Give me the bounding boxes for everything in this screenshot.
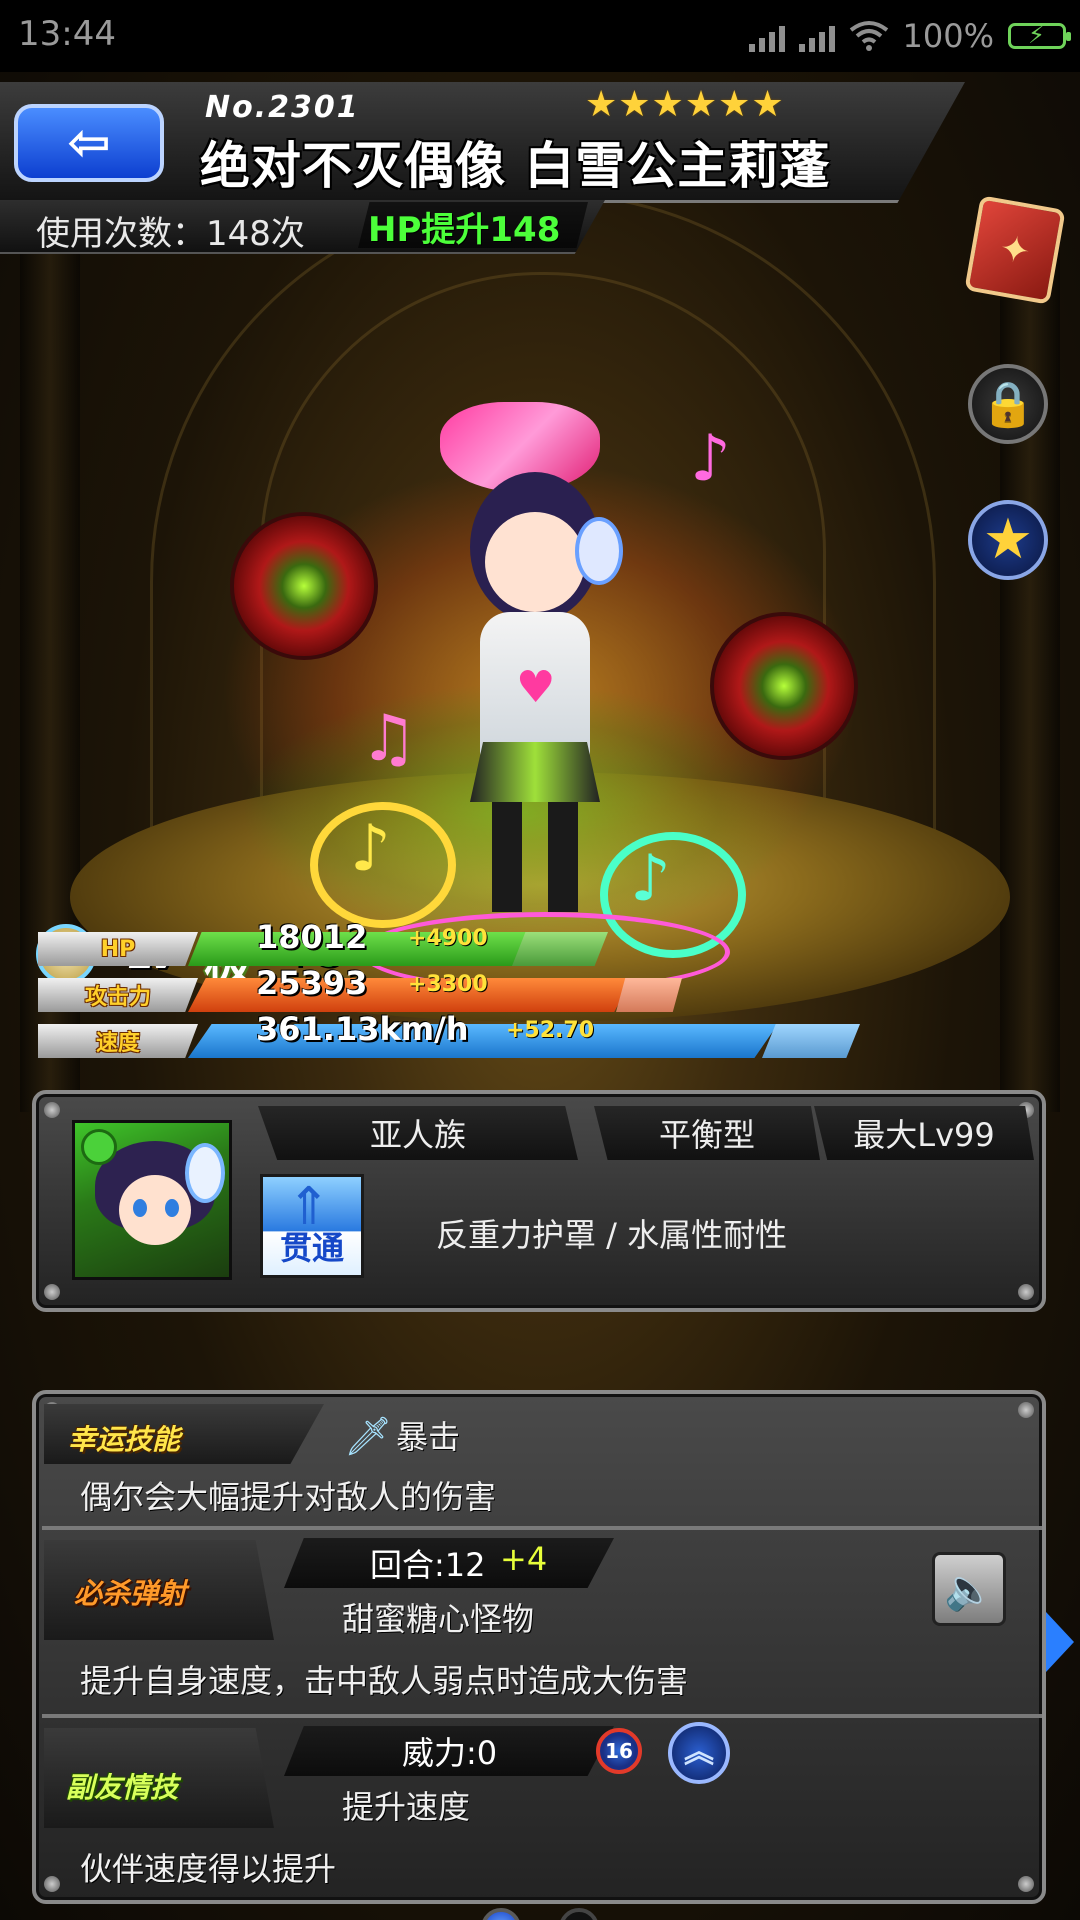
stat-attack-value: 25393	[256, 964, 368, 1002]
lock-button[interactable]: 🔒	[968, 364, 1048, 444]
friend-power: 威力:0	[402, 1734, 498, 1772]
stat-hp-bonus: +4900	[408, 926, 488, 951]
stat-hp-value: 18012	[256, 918, 368, 956]
status-time: 13:44	[18, 14, 116, 54]
strike-skill-description: 提升自身速度，击中敌人弱点时造成大伤害	[80, 1662, 689, 1700]
star-icon: ★	[982, 507, 1034, 572]
strike-turn-bonus: +4	[500, 1540, 548, 1578]
max-level-tag: 最大Lv99	[814, 1106, 1034, 1160]
back-arrow-icon: ⇦	[67, 113, 111, 173]
luck-skill-description: 偶尔会大幅提升对敌人的伤害	[80, 1478, 497, 1516]
type-tag: 平衡型	[594, 1106, 820, 1160]
signal-icon	[748, 20, 785, 52]
book-icon: ✦	[996, 227, 1034, 273]
friend-skill-label: 副友情技	[66, 1771, 179, 1804]
status-bar: 13:44 100% ⚡	[0, 0, 1080, 72]
stat-attack-bonus-bar	[616, 978, 682, 1012]
strike-turn: 回合:12	[370, 1546, 486, 1584]
monster-name: 绝对不灭偶像 白雪公主莉蓬	[200, 137, 831, 195]
game-screen: ⇦ No.2301 ★★★★★★ 绝对不灭偶像 白雪公主莉蓬 使用次数：148次…	[0, 72, 1080, 1920]
battery-percent: 100%	[902, 17, 994, 55]
voice-button[interactable]: 🔈	[932, 1552, 1006, 1626]
next-page-arrow[interactable]	[1046, 1612, 1074, 1672]
luck-skill-label: 幸运技能	[68, 1423, 181, 1456]
wifi-icon	[849, 21, 888, 51]
page-dot-2[interactable]	[559, 1908, 599, 1920]
back-button[interactable]: ⇦	[14, 104, 164, 182]
strike-type: 贯通	[279, 1229, 344, 1267]
speaker-right-icon	[710, 612, 858, 760]
lock-icon: 🔒	[980, 379, 1036, 430]
stat-speed-value: 361.13km/h	[256, 1010, 469, 1048]
stat-hp-bonus-bar	[512, 932, 608, 966]
page-indicator	[0, 1908, 1080, 1920]
book-button[interactable]: ✦	[964, 195, 1066, 305]
stat-attack: 攻击力 25393 +3300	[38, 964, 682, 1012]
favorite-button[interactable]: ★	[968, 500, 1048, 580]
stat-speed-bonus: +52.70	[506, 1018, 595, 1043]
status-icons: 100% ⚡	[748, 14, 1071, 58]
character-illustration: ♪ ♫ ♪ ♪ ♥	[180, 402, 900, 1002]
friend-skill-row: 副友情技 威力:0 16 ︽ 提升速度 伙伴速度得以提升	[44, 1720, 1034, 1900]
abilities-text: 反重力护罩 / 水属性耐性	[436, 1216, 788, 1254]
friend-skill-description: 伙伴速度得以提升	[80, 1850, 337, 1888]
element-badge-icon	[81, 1129, 117, 1165]
rarity-stars: ★★★★★★	[585, 84, 785, 125]
race-tag: 亚人族	[258, 1106, 578, 1160]
stat-hp: HP 18012 +4900	[38, 918, 608, 966]
stat-speed-label: 速度	[38, 1024, 198, 1058]
speed-up-icon: ︽	[668, 1722, 730, 1784]
hp-boost: HP提升148	[368, 210, 561, 250]
friend-level-badge: 16	[596, 1728, 642, 1774]
speaker-left-icon	[230, 512, 378, 660]
skills-panel: 幸运技能 🗡 暴击 偶尔会大幅提升对敌人的伤害 必杀弹射 回合:12 +4 甜蜜…	[32, 1390, 1046, 1904]
speaker-icon: 🔈	[944, 1566, 994, 1613]
sword-icon: 🗡	[344, 1414, 393, 1458]
usage-count: 使用次数：148次	[36, 214, 305, 254]
stat-attack-bonus: +3300	[408, 972, 488, 997]
monster-number: No.2301	[205, 90, 360, 125]
luck-skill-row: 幸运技能 🗡 暴击 偶尔会大幅提升对敌人的伤害	[44, 1398, 1034, 1522]
luck-skill-name: 暴击	[396, 1418, 461, 1456]
page-dot-1[interactable]	[481, 1908, 521, 1920]
stat-attack-label: 攻击力	[38, 978, 198, 1012]
strike-skill-row: 必杀弹射 回合:12 +4 甜蜜糖心怪物 提升自身速度，击中敌人弱点时造成大伤害	[44, 1532, 1034, 1710]
pierce-badge: ⇑ 贯通	[260, 1174, 364, 1278]
battery-icon: ⚡	[1008, 22, 1071, 49]
stat-speed: 速度 361.13km/h +52.70	[38, 1010, 860, 1058]
stat-speed-bonus-bar	[762, 1024, 860, 1058]
strike-skill-label: 必杀弹射	[74, 1577, 187, 1610]
info-panel: 亚人族 平衡型 最大Lv99 ⇑ 贯通 反重力护罩 / 水属性耐性	[32, 1090, 1046, 1312]
stat-hp-label: HP	[38, 932, 198, 966]
strike-skill-name: 甜蜜糖心怪物	[342, 1600, 535, 1638]
friend-skill-name: 提升速度	[342, 1788, 471, 1826]
signal-icon-2	[798, 20, 835, 52]
background-pillar-right	[1000, 212, 1060, 1112]
monster-portrait	[72, 1120, 232, 1280]
